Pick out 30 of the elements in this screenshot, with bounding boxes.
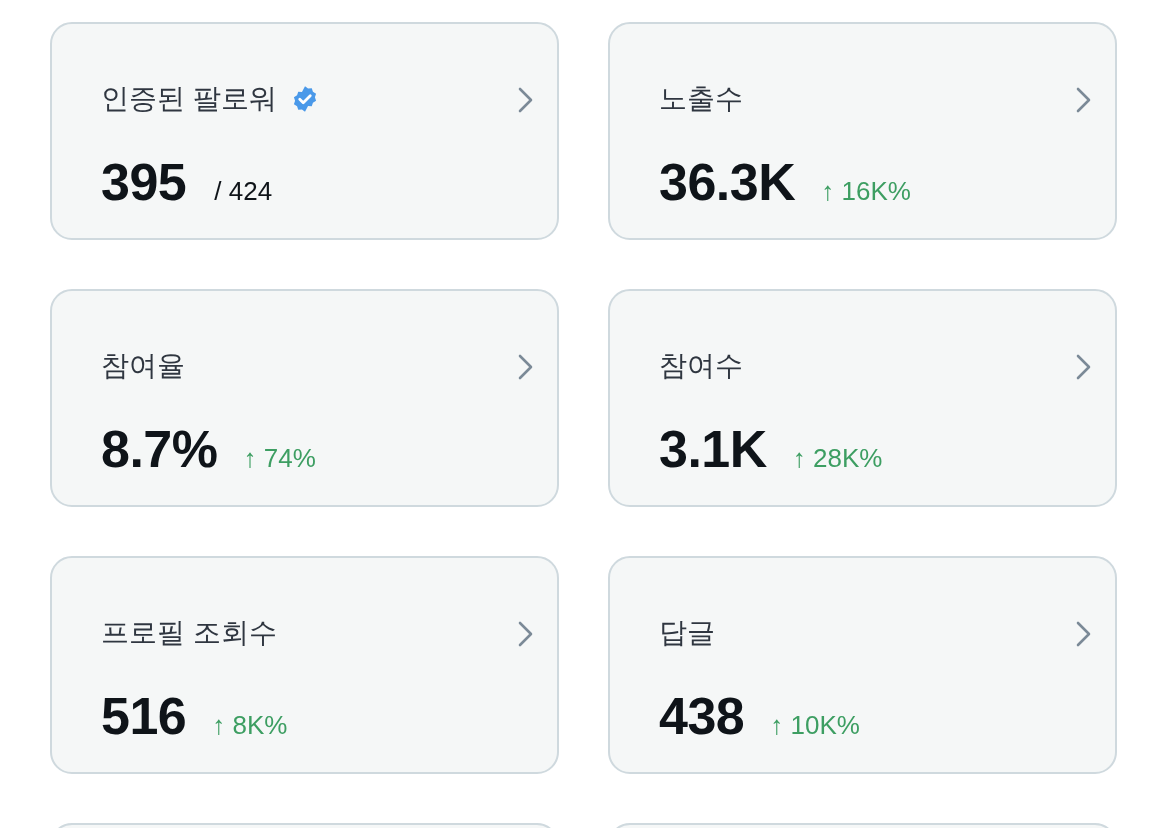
stat-card[interactable]: 참여수 3.1K ↑ 28K%	[608, 289, 1117, 507]
total-count: / 424	[214, 176, 273, 207]
change-percent: ↑ 74%	[243, 443, 316, 474]
card-title: 참여율	[101, 349, 185, 383]
chevron-right-icon	[517, 86, 535, 114]
stat-value: 8.7%	[101, 419, 218, 479]
card-title: 노출수	[659, 82, 743, 116]
stat-card[interactable]: 프로필 조회수 516 ↑ 8K%	[50, 556, 559, 774]
stat-card[interactable]: 참여율 8.7% ↑ 74%	[50, 289, 559, 507]
chevron-right-icon	[517, 620, 535, 648]
change-percent: ↑ 10K%	[770, 710, 860, 741]
chevron-right-icon	[517, 353, 535, 381]
card-title: 프로필 조회수	[101, 616, 277, 650]
change-percent: ↑ 16K%	[821, 176, 911, 207]
chevron-right-icon	[1075, 86, 1093, 114]
change-percent: ↑ 28K%	[792, 443, 883, 474]
card-title: 참여수	[659, 349, 743, 383]
stat-card[interactable]: 인증된 팔로워 395 / 424	[50, 22, 559, 240]
stat-value: 438	[659, 686, 745, 746]
stat-card[interactable]: 답글 438 ↑ 10K%	[608, 556, 1117, 774]
chevron-right-icon	[1075, 353, 1093, 381]
stat-value: 36.3K	[659, 152, 796, 212]
chevron-right-icon	[1075, 620, 1093, 648]
stat-value: 395	[101, 152, 187, 212]
stat-card[interactable]: 노출수 36.3K ↑ 16K%	[608, 22, 1117, 240]
stat-value: 3.1K	[659, 419, 767, 479]
card-title: 인증된 팔로워	[101, 82, 277, 116]
stat-value: 516	[101, 686, 187, 746]
card-title: 답글	[659, 616, 715, 650]
change-percent: ↑ 8K%	[212, 710, 288, 741]
